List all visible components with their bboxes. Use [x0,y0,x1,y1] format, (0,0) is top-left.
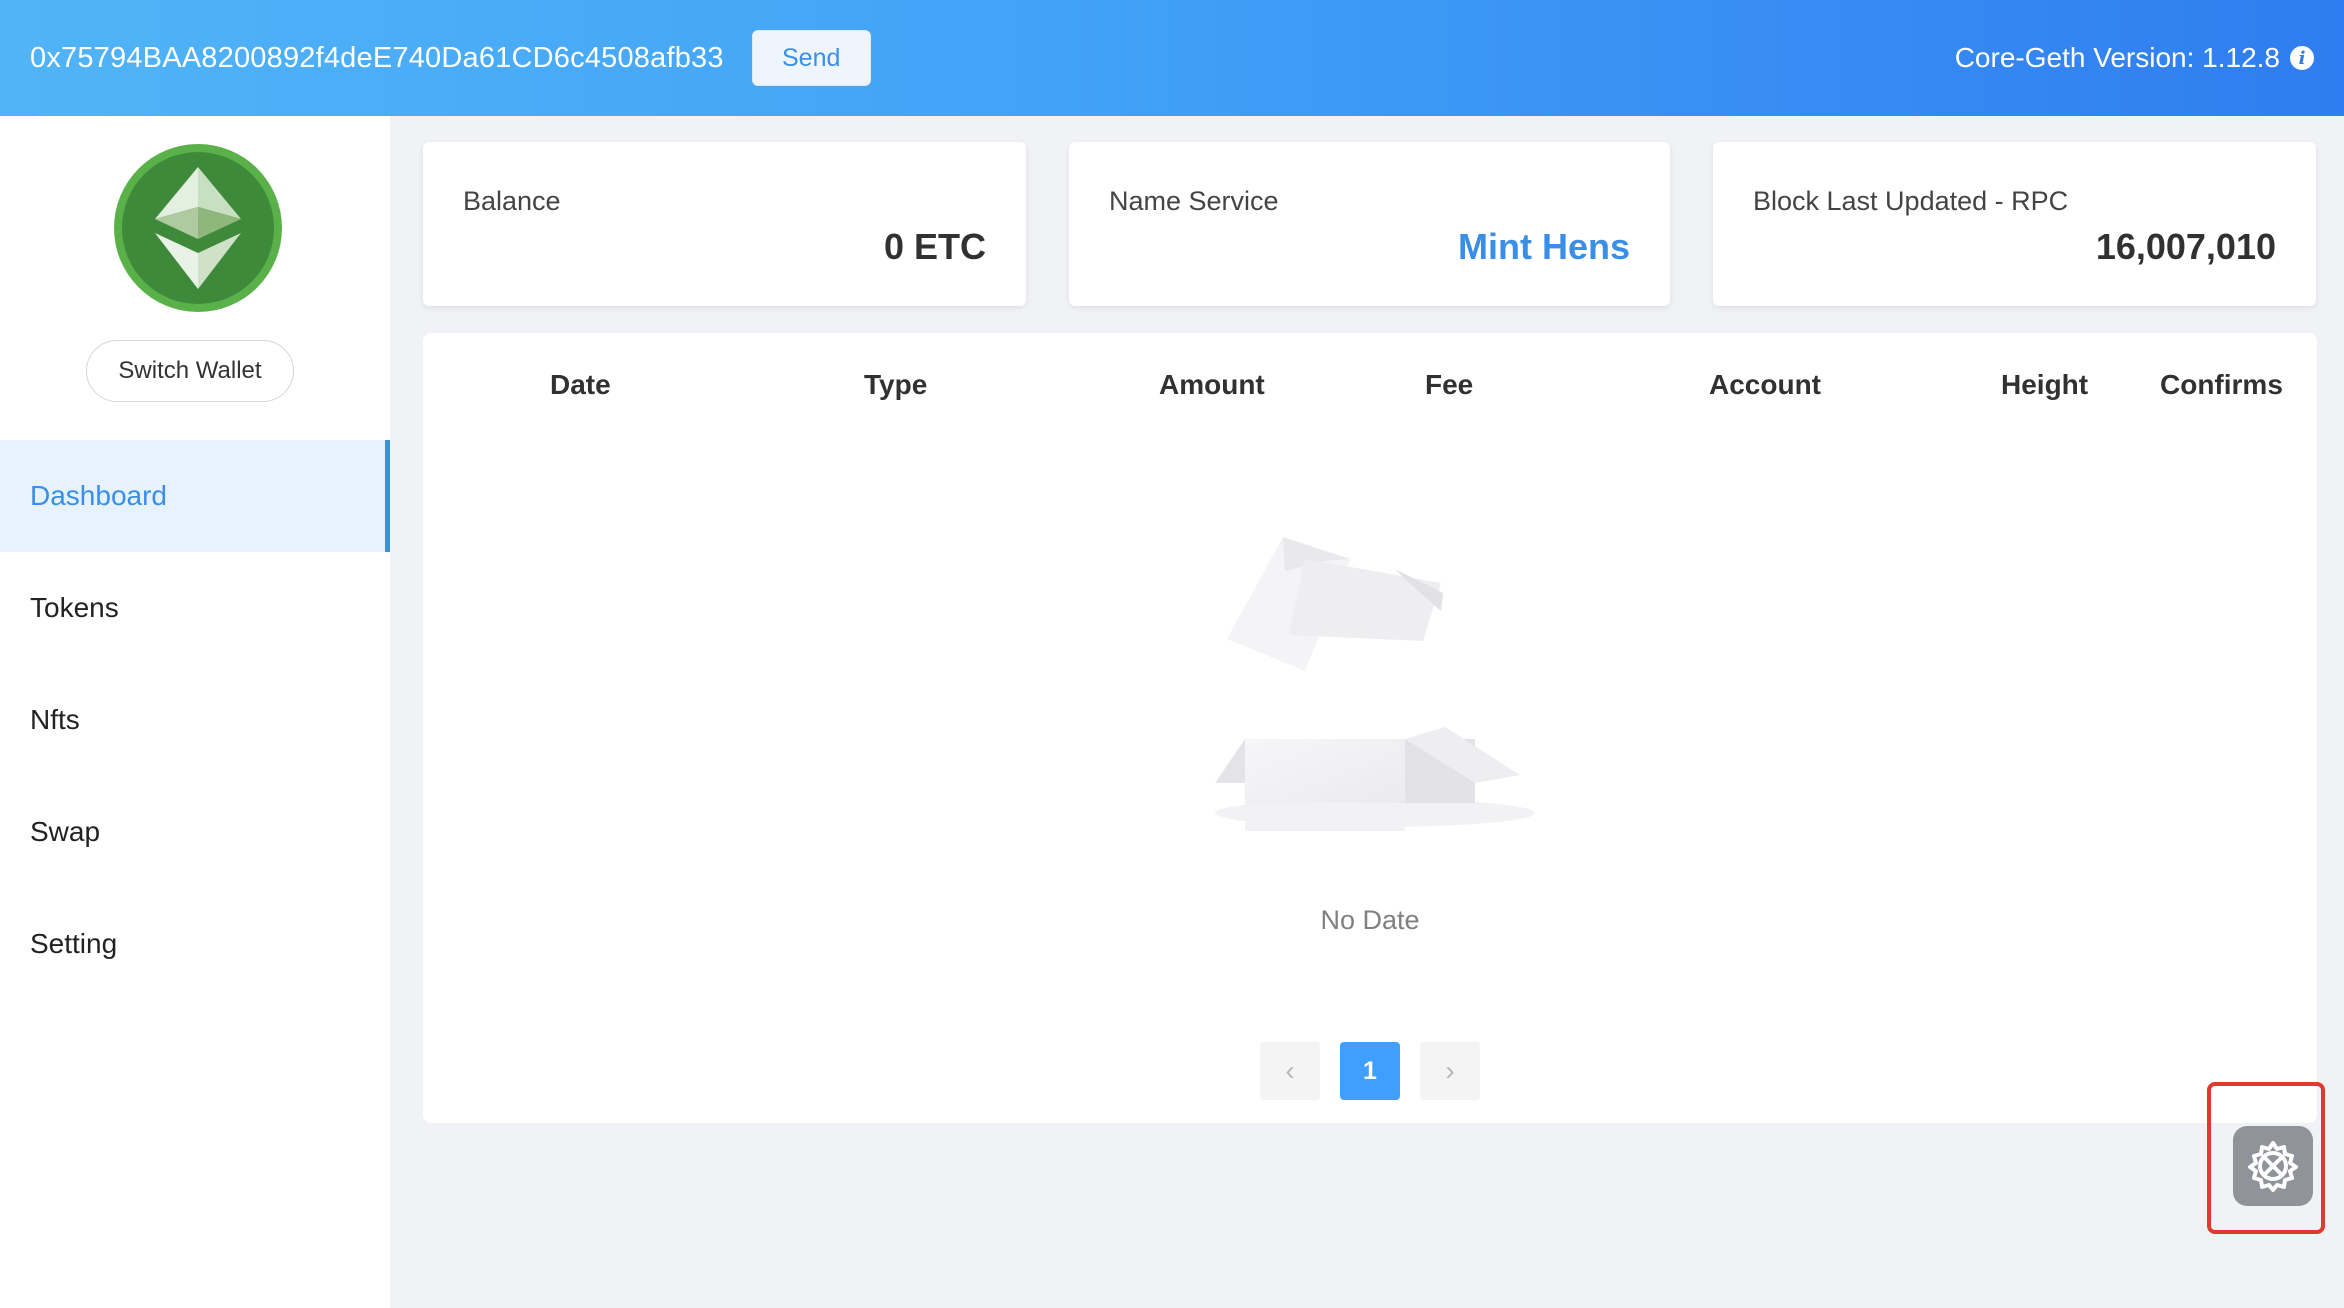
block-height-value: 16,007,010 [2095,226,2276,267]
name-service-label: Name Service [1109,186,1279,216]
version-text: Core-Geth Version: 1.12.8 [1954,42,2280,73]
version-info: Core-Geth Version: 1.12.8 i [1955,42,2314,74]
sidebar-nav: Dashboard Tokens Nfts Swap Setting [0,440,390,1000]
app-window: 0x75794BAA8200892f4deE740Da61CD6c4508afb… [0,0,2344,1308]
send-button[interactable]: Send [751,30,871,86]
sidebar-item-setting[interactable]: Setting [0,888,390,1000]
name-service-value[interactable]: Mint Hens [1458,226,1630,268]
sidebar-item-dashboard[interactable]: Dashboard [0,440,390,552]
name-service-card: Name Service Mint Hens [1069,142,1670,306]
sidebar: Switch Wallet Dashboard Tokens Nfts Swap… [0,116,390,1308]
column-header-date: Date [550,369,611,400]
wallet-address: 0x75794BAA8200892f4deE740Da61CD6c4508afb… [30,41,724,74]
switch-wallet-button[interactable]: Switch Wallet [86,340,294,402]
settings-tools-icon [2248,1141,2298,1192]
column-header-height: Height [2001,369,2089,400]
column-header-account: Account [1709,369,1821,400]
block-updated-label: Block Last Updated - RPC [1753,186,2069,216]
prev-page-button[interactable]: ‹ [1260,1042,1320,1100]
column-header-amount: Amount [1159,369,1265,400]
balance-card: Balance 0 ETC [423,142,1026,306]
top-header: 0x75794BAA8200892f4deE740Da61CD6c4508afb… [0,0,2344,116]
etc-diamond-icon [155,167,241,289]
info-icon[interactable]: i [2290,46,2314,70]
ethereum-classic-logo-icon [114,144,282,312]
sidebar-item-tokens[interactable]: Tokens [0,552,390,664]
sidebar-item-nfts[interactable]: Nfts [0,664,390,776]
settings-tools-button[interactable] [2233,1126,2313,1206]
column-header-confirms: Confirms [2160,369,2283,400]
column-header-type: Type [864,369,928,400]
next-page-button[interactable]: › [1420,1042,1480,1100]
balance-value: 0 ETC [883,226,986,267]
transactions-panel: Date Type Amount Fee Account Height Conf… [423,333,2317,1123]
column-header-fee: Fee [1425,369,1474,400]
balance-label: Balance [463,186,561,216]
block-updated-card: Block Last Updated - RPC 16,007,010 [1713,142,2316,306]
sidebar-item-swap[interactable]: Swap [0,776,390,888]
page-number-button[interactable]: 1 [1340,1042,1400,1100]
empty-state-text: No Date [1320,905,1420,935]
empty-box-icon [1215,537,1535,831]
